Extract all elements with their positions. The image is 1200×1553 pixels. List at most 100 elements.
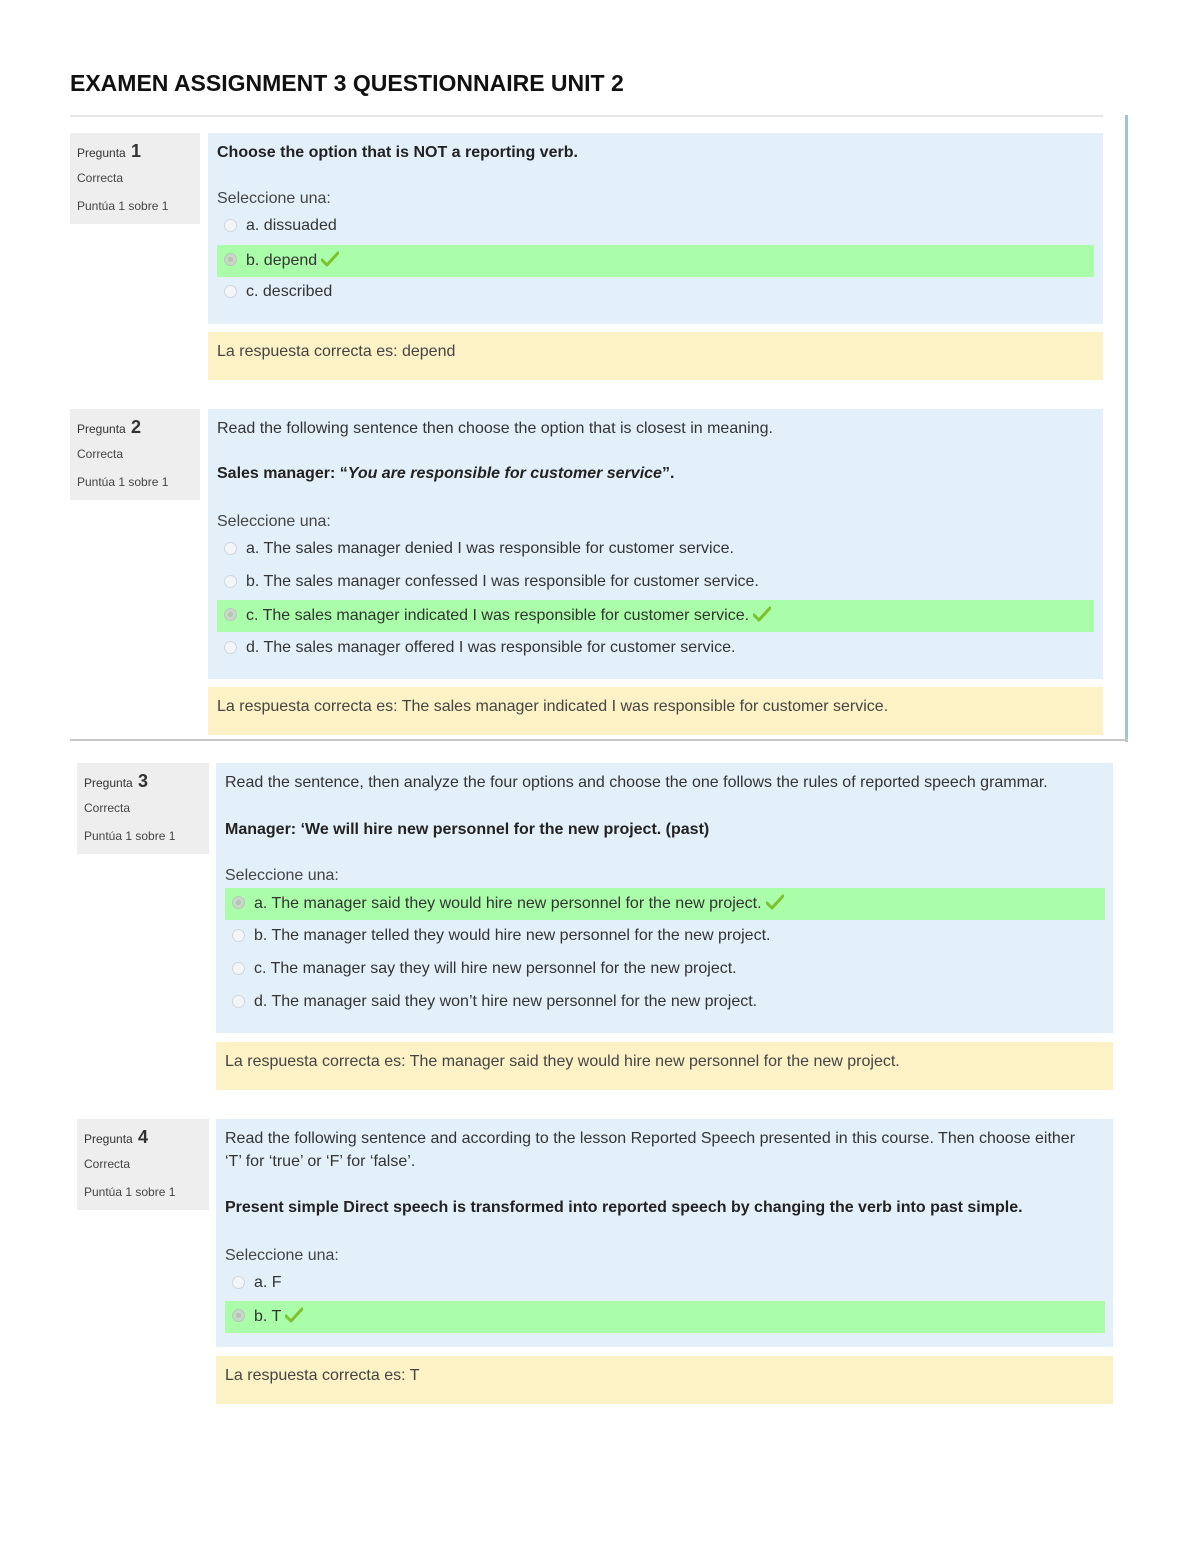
answer-label: d. The manager said they won’t hire new …: [254, 993, 758, 1010]
answer-label-wrap: c. The sales manager indicated I was res…: [246, 606, 772, 625]
radio-button-selected[interactable]: [232, 1309, 245, 1322]
page-frame-bottom-border: [70, 739, 1128, 741]
radio-button[interactable]: [224, 575, 237, 588]
answer-option-b[interactable]: b. The manager telled they would hire ne…: [225, 921, 1105, 953]
question-text-line-1: Read the following sentence and accordin…: [225, 1130, 1076, 1147]
answer-option-b[interactable]: b. depend: [217, 245, 1094, 277]
answer-label: d. The sales manager offered I was respo…: [246, 639, 736, 656]
question-state: Correcta: [77, 447, 124, 461]
quote-speaker: Sales manager: “: [217, 465, 348, 482]
answer-option-b[interactable]: b. T: [225, 1301, 1105, 1333]
question-number-line: Pregunta 1: [77, 141, 141, 162]
answer-option-c[interactable]: c. The manager say they will hire new pe…: [225, 954, 1105, 986]
answer-label: a. dissuaded: [246, 217, 337, 234]
question-number: 4: [138, 1127, 149, 1147]
answer-label: b. depend: [246, 252, 318, 269]
feedback-text: La respuesta correcta es: The sales mana…: [217, 698, 889, 715]
correct-answer-feedback: La respuesta correcta es: T: [216, 1356, 1113, 1404]
select-one-prompt: Seleccione una:: [225, 1247, 339, 1264]
answer-option-a[interactable]: a. F: [225, 1268, 1105, 1300]
answer-label-wrap: b. T: [254, 1307, 304, 1326]
question-prefix: Pregunta: [77, 422, 126, 436]
answer-label: a. F: [254, 1274, 282, 1291]
answer-label: a. The sales manager denied I was respon…: [246, 540, 734, 557]
question-info-panel: Pregunta 4 Correcta Puntúa 1 sobre 1: [77, 1119, 209, 1210]
radio-button-selected[interactable]: [224, 608, 237, 621]
select-one-prompt: Seleccione una:: [225, 867, 339, 884]
radio-button[interactable]: [224, 542, 237, 555]
question-info-panel: Pregunta 2 Correcta Puntúa 1 sobre 1: [70, 409, 200, 500]
quote-end: ”.: [661, 465, 675, 482]
radio-button-selected[interactable]: [224, 253, 237, 266]
quoted-statement: Sales manager: “You are responsible for …: [217, 462, 674, 485]
correct-answer-feedback: La respuesta correcta es: The manager sa…: [216, 1042, 1113, 1090]
answer-option-b[interactable]: b. The sales manager confessed I was res…: [217, 567, 1094, 599]
radio-button[interactable]: [224, 641, 237, 654]
question-text-line-2: ‘T’ for ‘true’ or ‘F’ for ‘false’.: [225, 1153, 416, 1170]
question-prefix: Pregunta: [77, 146, 126, 160]
answer-option-a[interactable]: a. dissuaded: [217, 211, 1094, 243]
question-grade: Puntúa 1 sobre 1: [84, 1185, 176, 1199]
checkmark-icon: [765, 894, 784, 910]
answer-option-c[interactable]: c. The sales manager indicated I was res…: [217, 600, 1094, 632]
quoted-statement: Manager: ‘We will hire new personnel for…: [225, 821, 710, 838]
feedback-text: La respuesta correcta es: T: [225, 1367, 420, 1384]
answer-option-c[interactable]: c. described: [217, 277, 1094, 309]
question-prefix: Pregunta: [84, 776, 133, 790]
question-number: 2: [131, 417, 142, 437]
question-prefix: Pregunta: [84, 1132, 133, 1146]
statement: Present simple Direct speech is transfor…: [225, 1199, 1023, 1216]
checkmark-icon: [285, 1307, 304, 1323]
quote-italic: You are responsible for customer service: [347, 465, 662, 482]
select-one-prompt: Seleccione una:: [217, 190, 331, 207]
radio-button[interactable]: [232, 929, 245, 942]
question-state: Correcta: [84, 801, 131, 815]
question-number-line: Pregunta 3: [84, 771, 148, 792]
answer-label-wrap: b. depend: [246, 251, 340, 270]
feedback-text: La respuesta correcta es: depend: [217, 343, 456, 360]
select-one-prompt: Seleccione una:: [217, 513, 331, 530]
answer-label: c. described: [246, 283, 333, 300]
question-number: 3: [138, 771, 149, 791]
answer-label: b. The manager telled they would hire ne…: [254, 927, 771, 944]
radio-button-selected[interactable]: [232, 896, 245, 909]
question-info-panel: Pregunta 3 Correcta Puntúa 1 sobre 1: [77, 763, 209, 854]
radio-button[interactable]: [232, 1276, 245, 1289]
question-grade: Puntúa 1 sobre 1: [77, 475, 169, 489]
question-content: Choose the option that is NOT a reportin…: [208, 133, 1103, 324]
question-content: Read the sentence, then analyze the four…: [216, 763, 1113, 1033]
radio-button[interactable]: [232, 995, 245, 1008]
answer-option-a[interactable]: a. The sales manager denied I was respon…: [217, 534, 1094, 566]
checkmark-icon: [753, 606, 772, 622]
feedback-text: La respuesta correcta es: The manager sa…: [225, 1053, 900, 1070]
answer-label: b. T: [254, 1308, 282, 1325]
page-frame-right-border: [1125, 115, 1128, 742]
answer-label: c. The manager say they will hire new pe…: [254, 960, 737, 977]
answer-option-d[interactable]: d. The manager said they won’t hire new …: [225, 987, 1105, 1019]
answer-label: c. The sales manager indicated I was res…: [246, 607, 750, 624]
question-text: Choose the option that is NOT a reportin…: [217, 144, 578, 161]
document-title: EXAMEN ASSIGNMENT 3 QUESTIONNAIRE UNIT 2: [70, 70, 624, 96]
radio-button[interactable]: [232, 962, 245, 975]
answer-label: b. The sales manager confessed I was res…: [246, 573, 759, 590]
question-grade: Puntúa 1 sobre 1: [77, 199, 169, 213]
question-number-line: Pregunta 4: [84, 1127, 148, 1148]
question-state: Correcta: [77, 171, 124, 185]
question-grade: Puntúa 1 sobre 1: [84, 829, 176, 843]
question-content: Read the following sentence then choose …: [208, 409, 1103, 679]
answer-label: a. The manager said they would hire new …: [254, 895, 762, 912]
title-divider: [70, 115, 1103, 117]
radio-button[interactable]: [224, 285, 237, 298]
checkmark-icon: [321, 251, 340, 267]
answer-label-wrap: a. The manager said they would hire new …: [254, 894, 784, 913]
question-number-line: Pregunta 2: [77, 417, 141, 438]
question-content: Read the following sentence and accordin…: [216, 1119, 1113, 1347]
answer-option-d[interactable]: d. The sales manager offered I was respo…: [217, 633, 1094, 665]
question-text: Read the following sentence then choose …: [217, 420, 773, 437]
correct-answer-feedback: La respuesta correcta es: depend: [208, 332, 1103, 380]
question-info-panel: Pregunta 1 Correcta Puntúa 1 sobre 1: [70, 133, 200, 224]
question-number: 1: [131, 141, 142, 161]
correct-answer-feedback: La respuesta correcta es: The sales mana…: [208, 687, 1103, 735]
answer-option-a[interactable]: a. The manager said they would hire new …: [225, 888, 1105, 920]
radio-button[interactable]: [224, 219, 237, 232]
